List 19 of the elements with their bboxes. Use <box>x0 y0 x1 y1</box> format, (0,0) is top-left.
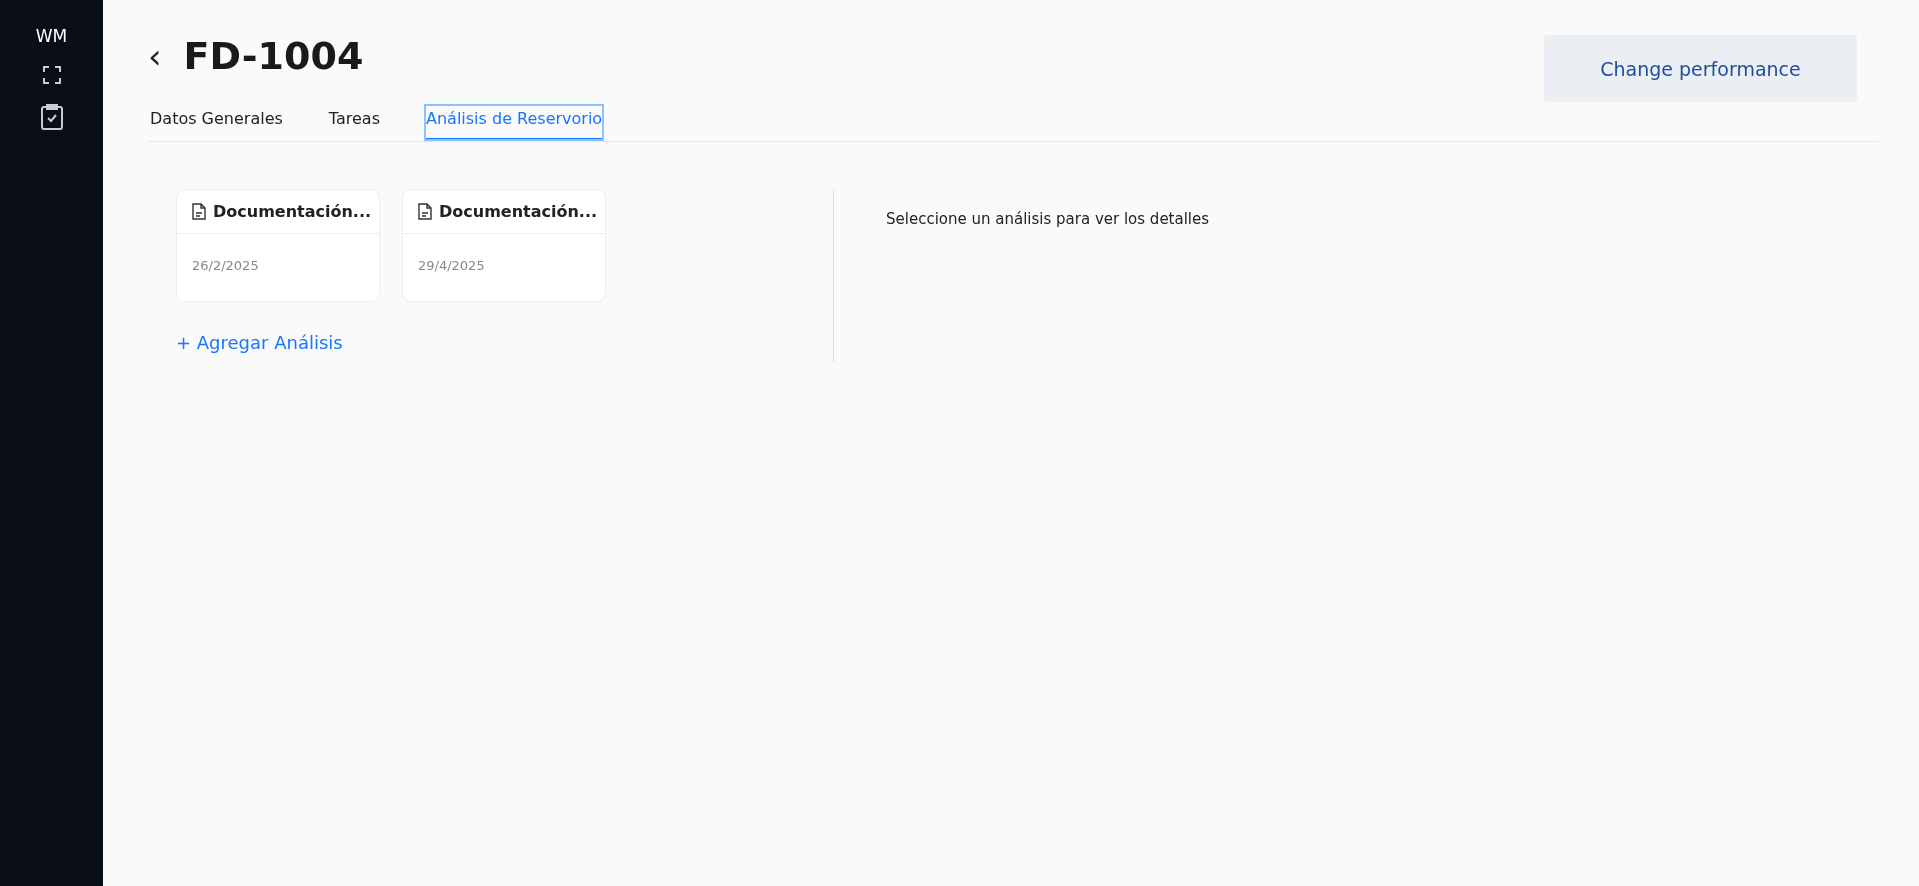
analysis-date: 29/4/2025 <box>417 257 486 273</box>
tab[interactable]: Tareas <box>326 104 382 141</box>
analysis-date: 26/2/2025 <box>191 257 260 273</box>
clipboard-check-icon[interactable] <box>39 104 64 130</box>
analysis-card[interactable]: Documentación... 29/4/2025 <box>402 189 606 302</box>
analysis-title: Documentación... <box>439 202 598 221</box>
logo-text: WM <box>35 26 68 46</box>
empty-detail-message: Seleccione un análisis para ver los detalles <box>886 210 1210 228</box>
page-title: FD-1004 <box>183 34 364 78</box>
add-analysis-link[interactable]: + Agregar Análisis <box>176 332 343 353</box>
tab[interactable]: Análisis de Reservorio <box>424 104 605 141</box>
back-button[interactable]: ‹ <box>148 39 162 73</box>
expand-icon[interactable] <box>42 66 61 84</box>
tab[interactable]: Datos Generales <box>148 104 285 141</box>
change-performance-button[interactable]: Change performance <box>1544 35 1857 102</box>
document-icon <box>192 203 206 220</box>
document-icon <box>418 203 432 220</box>
analysis-title: Documentación... <box>213 202 372 221</box>
analysis-card[interactable]: Documentación... 26/2/2025 <box>176 189 380 302</box>
